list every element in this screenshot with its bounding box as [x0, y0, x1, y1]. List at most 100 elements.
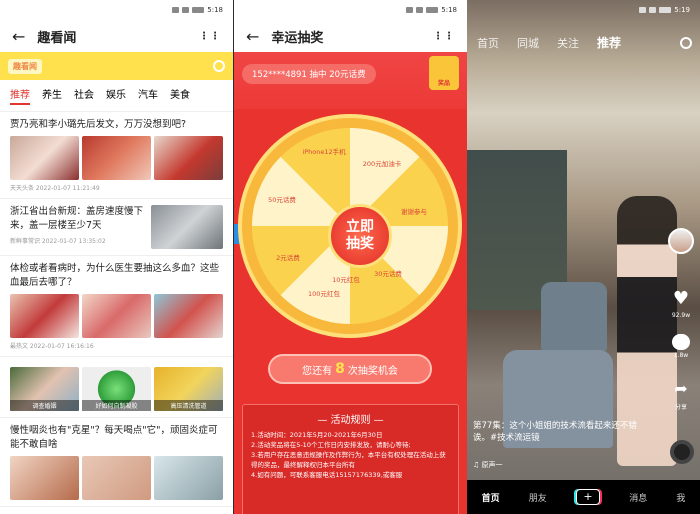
music-disc-icon[interactable] [670, 440, 694, 464]
battery-icon [426, 7, 439, 13]
signal-icon [172, 7, 180, 13]
list-item[interactable]: 贾乃亮和李小璐先后发文，万万没想到吧? 天天头条 2022-01-07 11:2… [0, 112, 233, 199]
page-title: 趣看闻 [37, 30, 77, 46]
news-meta: 新鲜事常识 2022-01-07 13:35:02 [10, 238, 106, 245]
news-meta: 最热文 2022-01-07 16:16:16 [10, 343, 94, 350]
chances-prefix: 您还有 [302, 365, 333, 377]
tab-local[interactable]: 同城 [517, 35, 539, 51]
music-label[interactable]: ♫ 原声一 [473, 460, 503, 470]
spin-label: 立即 [346, 219, 374, 235]
wifi-icon [182, 7, 190, 13]
wheel-slot: 10元红包 [332, 276, 360, 284]
list-item[interactable]: 调查婚姻 好如何自制凝胶 高压清洗管道 [0, 357, 233, 418]
wheel-slot: 30元话费 [374, 270, 402, 278]
wheel-slot: 2元话费 [276, 254, 300, 262]
tab-food[interactable]: 美食 [170, 86, 190, 105]
signal-icon [639, 7, 647, 13]
news-meta: 天天头条 2022-01-07 11:21:49 [10, 185, 100, 192]
share-label: 分享 [674, 404, 687, 411]
search-icon[interactable] [680, 36, 692, 49]
phone-lottery-app: 5:18 ← 幸运抽奖 ⋮⋮ 152****4891 抽中 20元话费 奖品 i… [234, 0, 467, 514]
back-arrow-icon[interactable]: ← [246, 27, 259, 46]
back-arrow-icon[interactable]: ← [12, 27, 25, 46]
wheel-slot: 200元加油卡 [362, 160, 402, 168]
news-image [154, 136, 223, 180]
share-button[interactable]: ➦ 分享 [668, 378, 694, 411]
nav-home[interactable]: 首页 [482, 491, 500, 504]
wheel-slot: 100元红包 [308, 290, 340, 298]
tab-recommend[interactable]: 推荐 [10, 86, 30, 105]
author-avatar[interactable] [668, 228, 694, 256]
rules-panel: — 活动规则 — 1.活动时间：2021年5月20-2021年6月30日 2.活… [242, 404, 459, 514]
news-image [82, 136, 151, 180]
rule-line: 2.活动奖品将在5-10个工作日内安排发放，请耐心等待; [251, 441, 411, 449]
app-bar: ← 幸运抽奖 ⋮⋮ [234, 20, 467, 52]
rule-line: 4.如有问题，可联系客服电话15157176339,或客服 [251, 471, 403, 479]
tab-cars[interactable]: 汽车 [138, 86, 158, 105]
clock: 5:18 [441, 6, 457, 14]
rule-line: 1.活动时间：2021年5月20-2021年6月30日 [251, 431, 383, 439]
tab-home[interactable]: 首页 [477, 35, 499, 51]
nav-friends[interactable]: 朋友 [529, 491, 547, 504]
wifi-icon [649, 7, 657, 13]
status-bar: 5:18 [234, 0, 467, 20]
signal-icon [406, 7, 414, 13]
news-thumbnails [10, 456, 223, 500]
list-item[interactable]: 慢性咽炎也有"克星"？每天喝点"它"，顽固炎症可能不敢自啥 [0, 418, 233, 507]
news-title: 贾乃亮和李小璐先后发文，万万没想到吧? [10, 119, 187, 130]
news-image [82, 294, 151, 338]
news-image [10, 294, 79, 338]
news-title: 体检或者看病时，为什么医生要抽这么多血？这些血最后去哪了？ [10, 263, 220, 288]
more-options-icon[interactable]: ⋮⋮ [433, 31, 455, 42]
comment-button[interactable]: 1.8w [668, 334, 694, 359]
winner-ticker: 152****4891 抽中 20元话费 [242, 64, 376, 84]
nav-me[interactable]: 我 [676, 491, 685, 504]
prize-wheel: iPhone12手机 200元加油卡 谢谢参与 30元话费 100元红包 2元话… [242, 118, 458, 334]
nav-messages[interactable]: 消息 [629, 491, 647, 504]
spin-label: 抽奖 [346, 236, 374, 252]
wifi-icon [416, 7, 424, 13]
video-chair [541, 282, 607, 352]
bottom-nav: 首页 朋友 + 消息 我 [467, 480, 700, 514]
battery-icon [659, 7, 672, 13]
news-thumbnails [10, 136, 223, 180]
news-image [10, 456, 79, 500]
tab-following[interactable]: 关注 [557, 35, 579, 51]
spin-button[interactable]: 立即 抽奖 [328, 204, 392, 268]
tab-recommend[interactable]: 推荐 [597, 34, 621, 51]
like-button[interactable]: ♥ 92.9w [668, 288, 694, 319]
refresh-icon[interactable] [213, 60, 225, 72]
create-plus-button[interactable]: + [576, 489, 600, 505]
list-item[interactable]: 浙江省出台新规：盖房速度慢下来，盖一层楼至少7天 新鲜事常识 2022-01-0… [0, 199, 233, 256]
phone-video-app: 5:19 首页 同城 关注 推荐 ♥ 92.9w 1.8w ➦ 分享 第77集：… [467, 0, 700, 514]
news-image: 高压清洗管道 [154, 367, 223, 411]
tab-entertainment[interactable]: 娱乐 [106, 86, 126, 105]
tab-society[interactable]: 社会 [74, 86, 94, 105]
rules-title: — 活动规则 — [317, 415, 384, 426]
brand-banner: 趣看闻 [0, 52, 233, 80]
status-bar: 5:19 [467, 0, 700, 20]
tab-health[interactable]: 养生 [42, 86, 62, 105]
image-caption: 高压清洗管道 [154, 400, 223, 411]
clock: 5:18 [207, 6, 223, 14]
rule-line: 3.若用户存在恶意违规操作及作弊行为，本平台有权处理在活动上获得的奖品，最终解释… [251, 451, 446, 469]
more-options-icon[interactable]: ⋮⋮ [199, 31, 221, 42]
clock: 5:19 [674, 6, 690, 14]
video-caption: 第77集：这个小姐姐的技术流看起来还不错诶。#技术流运镜 [473, 421, 637, 443]
news-title: 浙江省出台新规：盖房速度慢下来，盖一层楼至少7天 [10, 206, 144, 231]
prize-gift-icon[interactable]: 奖品 [429, 56, 459, 90]
status-bar: 5:18 [0, 0, 233, 20]
news-image [154, 294, 223, 338]
category-tabs: 推荐 养生 社会 娱乐 汽车 美食 [0, 80, 233, 112]
news-thumbnails [10, 294, 223, 338]
news-image: 调查婚姻 [10, 367, 79, 411]
comment-count: 1.8w [673, 352, 689, 359]
news-image [154, 456, 223, 500]
image-caption: 调查婚姻 [10, 400, 79, 411]
app-logo: 趣看闻 [8, 58, 42, 74]
wheel-slot: 谢谢参与 [401, 208, 427, 216]
remaining-chances-bar: 您还有 8 次抽奖机会 [268, 354, 432, 384]
page-title: 幸运抽奖 [271, 30, 324, 46]
list-item[interactable]: 体检或者看病时，为什么医生要抽这么多血？这些血最后去哪了？ 最热文 2022-0… [0, 256, 233, 357]
news-thumbnails: 调查婚姻 好如何自制凝胶 高压清洗管道 [10, 367, 223, 411]
